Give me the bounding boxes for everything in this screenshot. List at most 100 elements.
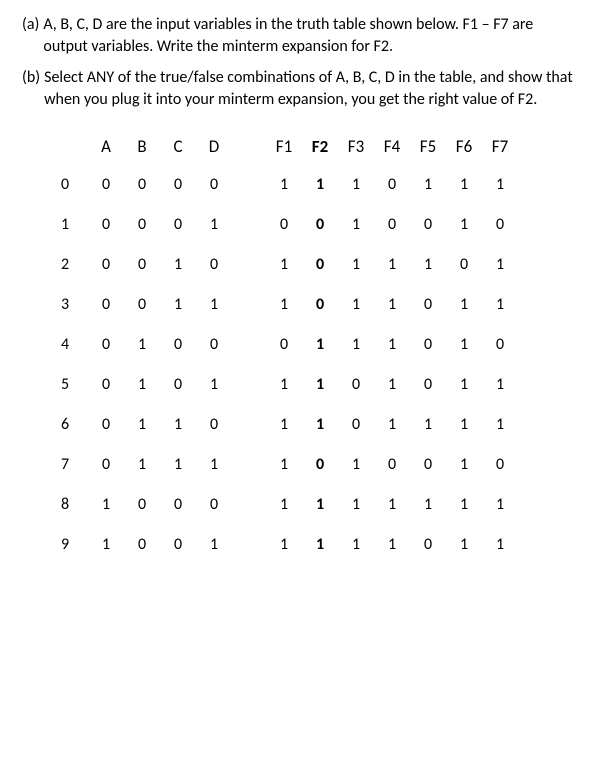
output-cell: 1 xyxy=(374,284,410,324)
problem-a-text: A, B, C, D are the input variables in th… xyxy=(43,14,574,57)
output-cell: 1 xyxy=(302,484,338,524)
output-cell: 1 xyxy=(482,164,518,204)
output-cell: 1 xyxy=(266,284,302,324)
output-cell: 0 xyxy=(482,324,518,364)
input-cell: 0 xyxy=(196,164,232,204)
output-cell: 0 xyxy=(302,284,338,324)
output-cell: 0 xyxy=(482,204,518,244)
output-cell: 1 xyxy=(446,324,482,364)
output-cell: 0 xyxy=(266,324,302,364)
input-cell: 1 xyxy=(196,364,232,404)
output-cell: 0 xyxy=(302,244,338,284)
output-cell: 1 xyxy=(338,244,374,284)
output-cell: 0 xyxy=(410,364,446,404)
output-cell: 0 xyxy=(482,444,518,484)
input-cell: 1 xyxy=(160,244,196,284)
output-cell: 1 xyxy=(374,524,410,564)
problem-a-label: (a) xyxy=(22,14,43,57)
table-row: 701111010010 xyxy=(52,444,518,484)
input-cell: 0 xyxy=(88,284,124,324)
output-cell: 0 xyxy=(338,364,374,404)
header-A: A xyxy=(88,130,124,164)
row-index: 9 xyxy=(52,524,88,564)
output-cell: 1 xyxy=(266,444,302,484)
row-index: 5 xyxy=(52,364,88,404)
output-cell: 1 xyxy=(338,484,374,524)
header-F6: F6 xyxy=(446,130,482,164)
output-cell: 1 xyxy=(338,164,374,204)
output-cell: 1 xyxy=(482,244,518,284)
input-cell: 1 xyxy=(196,444,232,484)
output-cell: 1 xyxy=(338,204,374,244)
output-cell: 1 xyxy=(302,524,338,564)
input-cell: 0 xyxy=(124,164,160,204)
output-cell: 1 xyxy=(266,364,302,404)
output-cell: 0 xyxy=(410,204,446,244)
input-cell: 0 xyxy=(160,324,196,364)
header-D: D xyxy=(196,130,232,164)
input-cell: 0 xyxy=(88,444,124,484)
output-cell: 1 xyxy=(446,404,482,444)
input-cell: 0 xyxy=(124,524,160,564)
table-row: 300111011011 xyxy=(52,284,518,324)
input-cell: 1 xyxy=(88,484,124,524)
gap-cell xyxy=(232,404,266,444)
output-cell: 1 xyxy=(482,524,518,564)
truth-table-container: A B C D F1 F2 F3 F4 F5 F6 F7 00000111011… xyxy=(22,130,574,564)
input-cell: 1 xyxy=(124,404,160,444)
input-cell: 0 xyxy=(124,484,160,524)
input-cell: 0 xyxy=(88,164,124,204)
output-cell: 1 xyxy=(338,284,374,324)
row-index: 1 xyxy=(52,204,88,244)
problem-b-text: Select ANY of the true/false combination… xyxy=(44,67,574,110)
gap-cell xyxy=(232,244,266,284)
output-cell: 1 xyxy=(446,444,482,484)
header-F1: F1 xyxy=(266,130,302,164)
output-cell: 1 xyxy=(266,244,302,284)
input-cell: 0 xyxy=(196,484,232,524)
output-cell: 1 xyxy=(446,524,482,564)
input-cell: 0 xyxy=(88,244,124,284)
table-row: 501011101011 xyxy=(52,364,518,404)
output-cell: 0 xyxy=(302,204,338,244)
input-cell: 1 xyxy=(88,524,124,564)
problem-b: (b) Select ANY of the true/false combina… xyxy=(22,67,574,110)
table-row: 601101101111 xyxy=(52,404,518,444)
gap-cell xyxy=(232,524,266,564)
input-cell: 1 xyxy=(160,444,196,484)
output-cell: 1 xyxy=(446,164,482,204)
output-cell: 1 xyxy=(446,204,482,244)
input-cell: 0 xyxy=(196,244,232,284)
input-cell: 1 xyxy=(124,444,160,484)
input-cell: 0 xyxy=(88,364,124,404)
row-index: 6 xyxy=(52,404,88,444)
gap-cell xyxy=(232,364,266,404)
row-index: 0 xyxy=(52,164,88,204)
header-F3: F3 xyxy=(338,130,374,164)
gap-cell xyxy=(232,444,266,484)
output-cell: 0 xyxy=(338,404,374,444)
input-cell: 0 xyxy=(196,324,232,364)
header-C: C xyxy=(160,130,196,164)
row-index: 7 xyxy=(52,444,88,484)
input-cell: 1 xyxy=(196,284,232,324)
output-cell: 1 xyxy=(266,524,302,564)
output-cell: 1 xyxy=(410,484,446,524)
input-cell: 1 xyxy=(196,524,232,564)
input-cell: 0 xyxy=(124,204,160,244)
table-row: 200101011101 xyxy=(52,244,518,284)
gap-cell xyxy=(232,204,266,244)
input-cell: 0 xyxy=(160,364,196,404)
output-cell: 0 xyxy=(410,524,446,564)
input-cell: 1 xyxy=(196,204,232,244)
output-cell: 1 xyxy=(266,164,302,204)
output-cell: 1 xyxy=(482,284,518,324)
gap-cell xyxy=(232,284,266,324)
header-F4: F4 xyxy=(374,130,410,164)
output-cell: 0 xyxy=(446,244,482,284)
table-row: 401000111010 xyxy=(52,324,518,364)
header-F2: F2 xyxy=(302,130,338,164)
output-cell: 1 xyxy=(302,164,338,204)
input-cell: 0 xyxy=(88,324,124,364)
truth-table: A B C D F1 F2 F3 F4 F5 F6 F7 00000111011… xyxy=(52,130,518,564)
